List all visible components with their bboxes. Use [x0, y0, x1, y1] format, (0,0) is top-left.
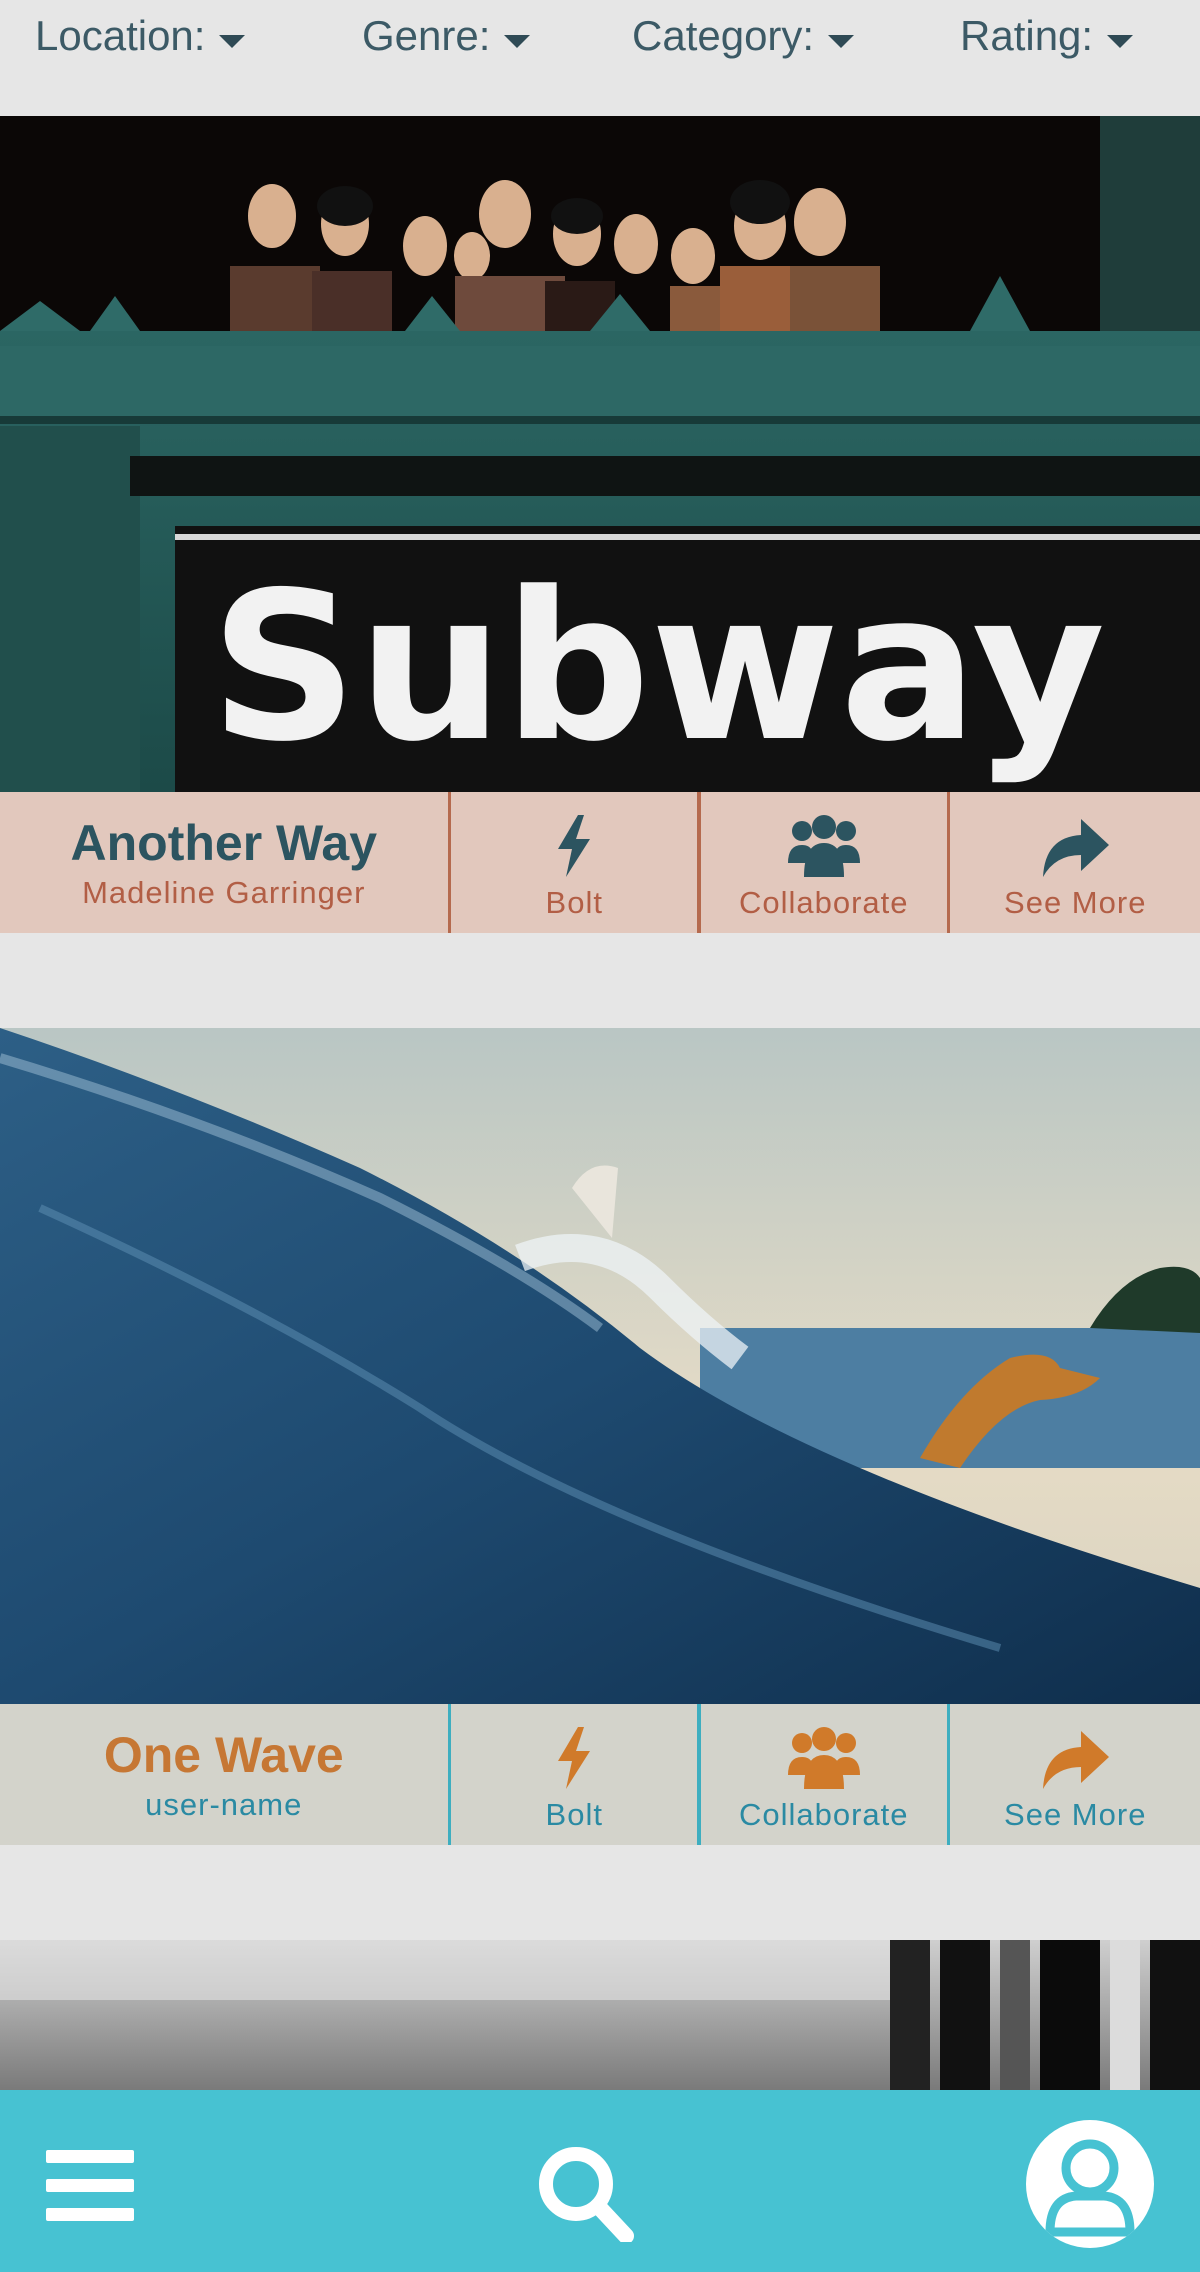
- bottom-nav-bar: [0, 2090, 1200, 2272]
- genre-filter-label: Genre:: [362, 12, 491, 59]
- caret-down-icon: [219, 34, 246, 48]
- card-username[interactable]: user-name: [145, 1787, 302, 1823]
- rating-filter[interactable]: Rating:: [960, 8, 1134, 64]
- hamburger-menu-icon[interactable]: [46, 2150, 134, 2222]
- location-filter[interactable]: Location:: [35, 8, 246, 64]
- bolt-button[interactable]: Bolt: [451, 792, 697, 933]
- collaborate-button[interactable]: Collaborate: [701, 792, 947, 933]
- bolt-icon: [558, 815, 591, 877]
- see-more-button[interactable]: See More: [950, 1704, 1200, 1845]
- category-filter[interactable]: Category:: [632, 8, 855, 64]
- collaborate-label: Collaborate: [738, 885, 909, 920]
- see-more-button[interactable]: See More: [950, 792, 1200, 933]
- filter-bar: Location: Genre: Category: Rating:: [0, 0, 1200, 116]
- bolt-label: Bolt: [545, 1797, 603, 1832]
- caret-down-icon: [828, 34, 855, 48]
- see-more-label: See More: [1004, 1797, 1147, 1832]
- collaborate-label: Collaborate: [738, 1797, 909, 1832]
- card-bar-one-wave: One Wave user-name Bolt Collaborate See …: [0, 1704, 1200, 1845]
- bolt-label: Bolt: [545, 885, 603, 920]
- category-filter-label: Category:: [632, 12, 815, 59]
- group-icon: [787, 1727, 860, 1789]
- search-icon[interactable]: [534, 2142, 634, 2242]
- share-arrow-icon: [1043, 819, 1110, 877]
- card-username[interactable]: Madeline Garringer: [82, 875, 365, 911]
- group-icon: [787, 815, 860, 877]
- card-photo-wave[interactable]: [0, 1028, 1200, 1704]
- subway-sign-text: Subway: [210, 549, 1105, 787]
- card-bar-another-way: Another Way Madeline Garringer Bolt Coll…: [0, 792, 1200, 933]
- caret-down-icon: [504, 34, 531, 48]
- share-arrow-icon: [1043, 1731, 1110, 1789]
- bolt-icon: [558, 1727, 591, 1789]
- see-more-label: See More: [1004, 885, 1147, 920]
- card-title: Another Way: [70, 814, 378, 871]
- card-photo-partial[interactable]: [0, 1940, 1200, 2090]
- card-photo-subway[interactable]: Subway: [0, 116, 1200, 792]
- caret-down-icon: [1107, 34, 1134, 48]
- genre-filter[interactable]: Genre:: [362, 8, 531, 64]
- user-profile-icon[interactable]: [1026, 2120, 1154, 2248]
- rating-filter-label: Rating:: [960, 12, 1094, 59]
- card-title-cell[interactable]: Another Way Madeline Garringer: [0, 792, 448, 933]
- bolt-button[interactable]: Bolt: [451, 1704, 697, 1845]
- card-title: One Wave: [103, 1726, 344, 1783]
- collaborate-button[interactable]: Collaborate: [701, 1704, 947, 1845]
- location-filter-label: Location:: [35, 12, 206, 59]
- card-title-cell[interactable]: One Wave user-name: [0, 1704, 448, 1845]
